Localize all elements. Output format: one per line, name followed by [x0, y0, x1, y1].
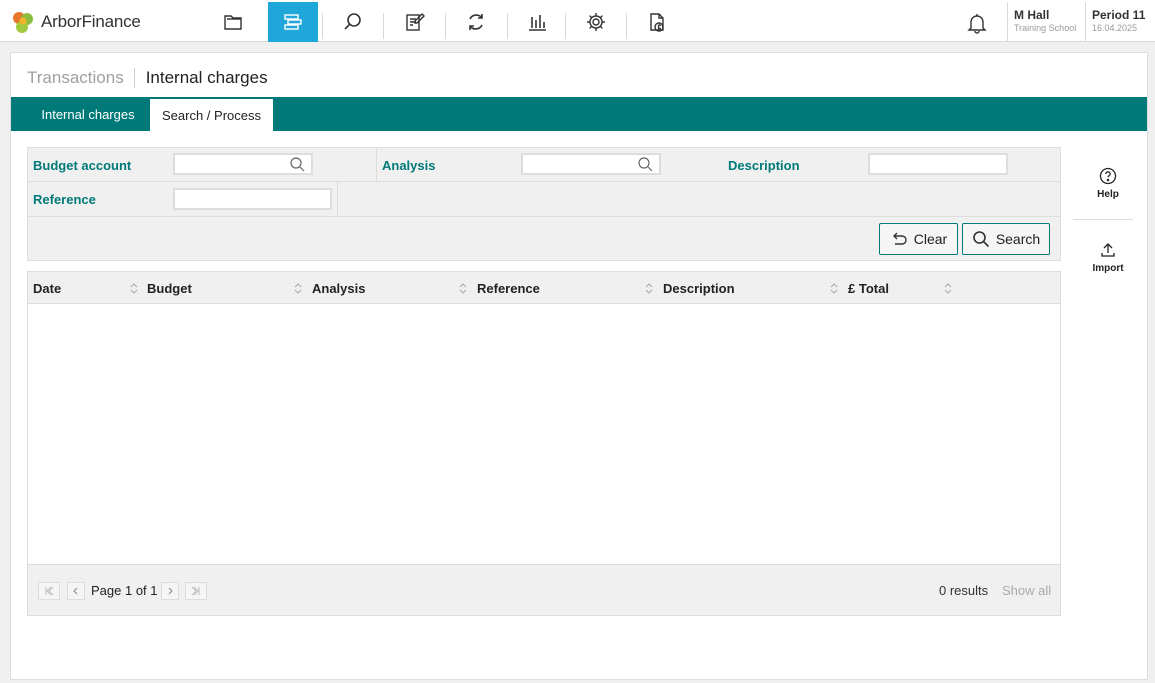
nav-reports[interactable] [512, 2, 562, 42]
folder-icon [224, 15, 242, 30]
search-icon [973, 231, 989, 248]
user-name: M Hall [1014, 8, 1050, 22]
nav-folder[interactable] [208, 2, 258, 42]
invoice-pound-icon [650, 13, 664, 32]
last-page-button[interactable] [185, 582, 207, 600]
column-header-budget[interactable]: Budget [147, 272, 192, 304]
arbor-logo-icon [13, 12, 33, 33]
tab-internal-charges[interactable]: Internal charges [25, 97, 151, 131]
nav-separator [565, 13, 566, 39]
sort-icon[interactable] [944, 283, 952, 294]
reference-input[interactable] [173, 188, 332, 210]
analysis-search-icon[interactable] [637, 156, 653, 172]
user-menu[interactable]: M Hall Training School [1007, 2, 1084, 42]
help-button[interactable]: Help [1073, 167, 1143, 200]
sort-icon[interactable] [645, 283, 653, 294]
period-selector[interactable]: Period 11 16.04.2025 [1085, 2, 1155, 42]
sort-icon[interactable] [830, 283, 838, 294]
search-button[interactable]: Search [962, 223, 1050, 255]
nav-edit[interactable] [390, 2, 440, 42]
nav-refresh[interactable] [451, 2, 501, 42]
import-label: Import [1092, 263, 1124, 274]
nav-separator [626, 13, 627, 39]
help-icon [1099, 167, 1117, 185]
main-panel: Transactions Internal charges Internal c… [10, 52, 1148, 680]
nav-separator [507, 13, 508, 39]
column-header-reference[interactable]: Reference [477, 272, 540, 304]
prev-page-button[interactable] [67, 582, 85, 600]
filter-row-2: Reference [28, 182, 338, 217]
nav-separator [322, 13, 323, 39]
sort-icon[interactable] [459, 283, 467, 294]
filter-row-2-empty [338, 182, 1060, 217]
table-footer: Page 1 of 1 0 results Show all [28, 564, 1060, 615]
last-page-icon [191, 586, 200, 596]
column-header-date[interactable]: Date [33, 272, 61, 304]
clear-button[interactable]: Clear [879, 223, 958, 255]
breadcrumb-transactions[interactable]: Transactions [27, 68, 135, 88]
bell-icon [967, 14, 987, 34]
column-label: Analysis [312, 280, 366, 296]
nav-ledger[interactable] [268, 2, 318, 42]
column-header-analysis[interactable]: Analysis [312, 272, 365, 304]
clear-button-label: Clear [913, 231, 948, 247]
nav-settings[interactable] [571, 2, 621, 42]
chevron-left-icon [73, 587, 78, 595]
first-page-button[interactable] [38, 582, 60, 600]
filter-panel: Budget account Analysis Description Refe… [27, 147, 1061, 261]
filter-row-1: Budget account Analysis Description [28, 148, 1060, 182]
description-label: Description [728, 158, 800, 173]
nav-search[interactable] [328, 2, 378, 42]
analysis-label: Analysis [382, 158, 436, 173]
nav-separator [383, 13, 384, 39]
results-table: Date Budget Analysis Reference Descripti… [27, 271, 1061, 616]
search-icon [344, 13, 361, 30]
edit-document-icon [406, 13, 425, 31]
page-title: Internal charges [145, 68, 268, 87]
page-indicator: Page 1 of 1 [91, 583, 158, 598]
column-label: £ Total [848, 280, 889, 296]
nav-separator [445, 13, 446, 39]
column-label: Description [663, 280, 735, 296]
budget-account-label: Budget account [33, 158, 132, 173]
first-page-icon [45, 586, 54, 596]
column-label: Budget [147, 280, 192, 296]
description-input[interactable] [868, 153, 1008, 175]
nav-invoices[interactable] [632, 2, 682, 42]
undo-icon [892, 232, 907, 245]
reference-label: Reference [33, 192, 96, 207]
filter-column-separator [376, 148, 377, 182]
ledger-icon [284, 14, 302, 30]
search-button-label: Search [995, 231, 1041, 247]
sort-icon[interactable] [130, 283, 138, 294]
tab-bar: Internal charges Search / Process [11, 97, 1147, 131]
notifications-button[interactable] [962, 9, 992, 37]
breadcrumb: Transactions Internal charges [27, 67, 268, 89]
tab-search-process[interactable]: Search / Process [150, 99, 273, 131]
chevron-right-icon [168, 587, 173, 595]
user-school: Training School [1014, 23, 1077, 33]
sort-icon[interactable] [294, 283, 302, 294]
import-button[interactable]: Import [1073, 241, 1143, 274]
budget-search-icon[interactable] [289, 156, 305, 172]
period-date: 16.04.2025 [1092, 23, 1138, 33]
bar-chart-icon [529, 15, 546, 31]
upload-icon [1101, 243, 1115, 257]
column-label: Date [33, 280, 62, 296]
gear-icon [587, 13, 605, 31]
column-label: Reference [477, 280, 540, 296]
app-logo[interactable]: ArborFinance [10, 8, 141, 36]
app-name: ArborFinance [41, 12, 141, 31]
help-label: Help [1097, 189, 1119, 200]
side-separator [1073, 219, 1133, 220]
top-bar: ArborFinance M Hall Training School Peri… [0, 0, 1155, 42]
refresh-cycle-icon [469, 14, 483, 30]
period-label: Period 11 [1092, 8, 1146, 22]
show-all-link[interactable]: Show all [1002, 583, 1051, 598]
table-header: Date Budget Analysis Reference Descripti… [28, 272, 1060, 304]
column-header-description[interactable]: Description [663, 272, 735, 304]
next-page-button[interactable] [161, 582, 179, 600]
column-header-total[interactable]: £ Total [848, 272, 889, 304]
results-count: 0 results [939, 583, 989, 598]
